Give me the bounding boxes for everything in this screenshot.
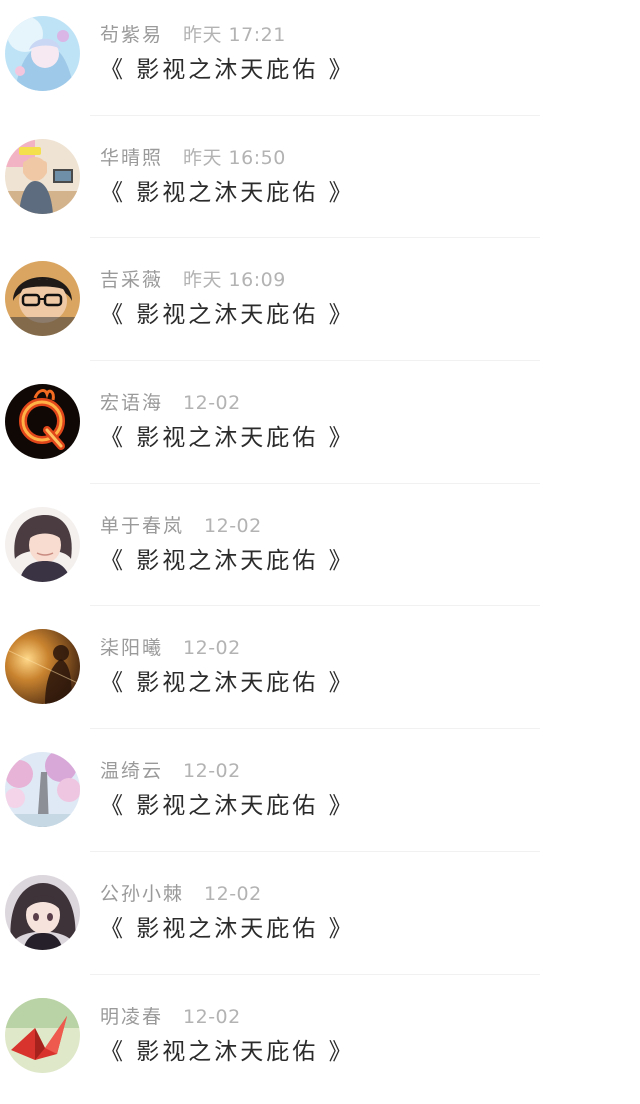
comment-time: 12-02 [183,637,241,659]
divider [90,115,540,116]
user-name[interactable]: 吉采薇 [100,269,163,291]
person-hands-icon [5,139,80,214]
avatar[interactable] [5,752,80,827]
comment-title[interactable]: 《 影视之沐天庇佑 》 [100,178,355,208]
divider [90,483,540,484]
comment-meta: 吉采薇昨天 16:09 [100,267,286,293]
user-name[interactable]: 柒阳曦 [100,637,163,659]
list-item[interactable]: 吉采薇昨天 16:09 《 影视之沐天庇佑 》 [0,245,640,368]
user-name[interactable]: 公孙小棘 [100,883,184,905]
comment-list: 茍紫易昨天 17:21 《 影视之沐天庇佑 》 华晴照昨天 16:50 《 影视… [0,0,640,1096]
avatar[interactable] [5,507,80,582]
user-name[interactable]: 明凌春 [100,1006,163,1028]
comment-time: 昨天 16:09 [183,269,286,291]
avatar[interactable] [5,875,80,950]
girl-bob-icon [5,507,80,582]
fire-q-icon [5,384,80,459]
paper-crane-icon [5,998,80,1073]
comment-meta: 华晴照昨天 16:50 [100,145,286,171]
comment-title[interactable]: 《 影视之沐天庇佑 》 [100,55,355,85]
avatar[interactable] [5,16,80,91]
boy-glasses-icon [5,261,80,336]
list-item[interactable]: 明凌春 12-02 《 影视之沐天庇佑 》 [0,982,640,1104]
comment-meta: 温绮云 12-02 [100,758,241,784]
list-item[interactable]: 柒阳曦 12-02 《 影视之沐天庇佑 》 [0,613,640,736]
comment-time: 12-02 [204,515,262,537]
comment-time: 12-02 [204,883,262,905]
divider [90,360,540,361]
avatar[interactable] [5,261,80,336]
cherry-blossom-icon [5,752,80,827]
anime-girl-dark-icon [5,875,80,950]
anime-girl-blue-icon [5,16,80,91]
divider [90,974,540,975]
comment-title[interactable]: 《 影视之沐天庇佑 》 [100,423,355,453]
sunset-silhouette-icon [5,629,80,704]
comment-time: 昨天 16:50 [183,147,286,169]
user-name[interactable]: 宏语海 [100,392,163,414]
comment-time: 昨天 17:21 [183,24,286,46]
user-name[interactable]: 华晴照 [100,147,163,169]
comment-time: 12-02 [183,760,241,782]
comment-time: 12-02 [183,1006,241,1028]
divider [90,237,540,238]
comment-meta: 柒阳曦 12-02 [100,635,241,661]
divider [90,728,540,729]
avatar[interactable] [5,629,80,704]
comment-meta: 宏语海 12-02 [100,390,241,416]
comment-title[interactable]: 《 影视之沐天庇佑 》 [100,1037,355,1067]
list-item[interactable]: 公孙小棘 12-02 《 影视之沐天庇佑 》 [0,859,640,982]
list-item[interactable]: 温绮云 12-02 《 影视之沐天庇佑 》 [0,736,640,859]
user-name[interactable]: 茍紫易 [100,24,163,46]
user-name[interactable]: 单于春岚 [100,515,184,537]
avatar[interactable] [5,998,80,1073]
comment-time: 12-02 [183,392,241,414]
comment-title[interactable]: 《 影视之沐天庇佑 》 [100,791,355,821]
comment-title[interactable]: 《 影视之沐天庇佑 》 [100,546,355,576]
comment-meta: 单于春岚 12-02 [100,513,262,539]
list-item[interactable]: 宏语海 12-02 《 影视之沐天庇佑 》 [0,368,640,491]
comment-meta: 明凌春 12-02 [100,1004,241,1030]
user-name[interactable]: 温绮云 [100,760,163,782]
divider [90,605,540,606]
comment-title[interactable]: 《 影视之沐天庇佑 》 [100,300,355,330]
divider [90,851,540,852]
list-item[interactable]: 单于春岚 12-02 《 影视之沐天庇佑 》 [0,491,640,614]
avatar[interactable] [5,384,80,459]
comment-title[interactable]: 《 影视之沐天庇佑 》 [100,914,355,944]
list-item[interactable]: 茍紫易昨天 17:21 《 影视之沐天庇佑 》 [0,0,640,123]
list-item[interactable]: 华晴照昨天 16:50 《 影视之沐天庇佑 》 [0,123,640,246]
comment-title[interactable]: 《 影视之沐天庇佑 》 [100,668,355,698]
comment-meta: 茍紫易昨天 17:21 [100,22,286,48]
avatar[interactable] [5,139,80,214]
comment-meta: 公孙小棘 12-02 [100,881,262,907]
